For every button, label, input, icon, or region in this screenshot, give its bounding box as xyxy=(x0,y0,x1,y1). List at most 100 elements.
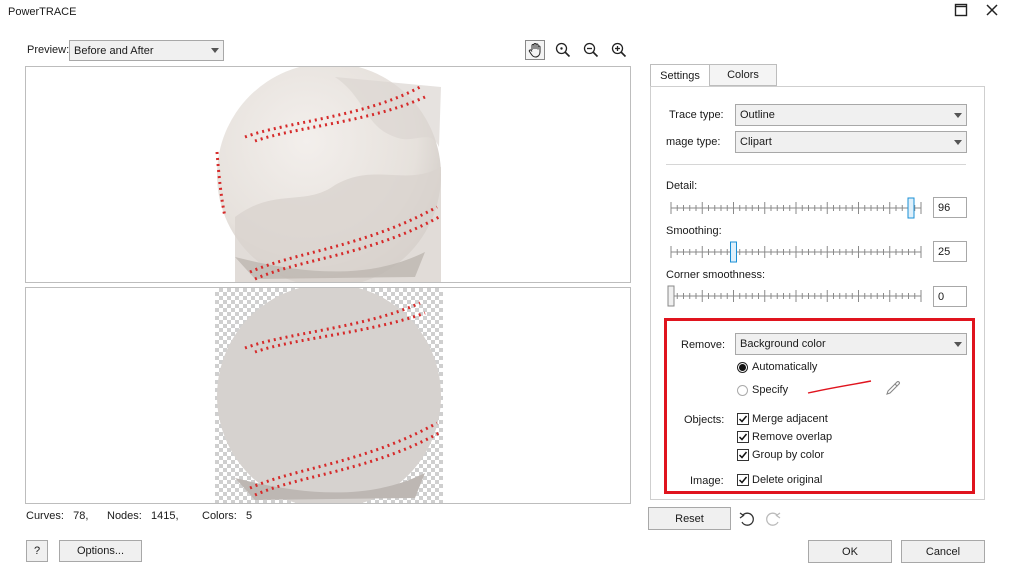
merge-adjacent-label: Merge adjacent xyxy=(752,413,828,425)
automatically-radio[interactable]: Automatically xyxy=(737,361,817,373)
corner-smoothness-slider[interactable] xyxy=(666,284,926,308)
options-button[interactable]: Options... xyxy=(59,540,142,562)
detail-value-input[interactable]: 96 xyxy=(933,197,967,218)
radio-unselected-icon xyxy=(737,384,748,396)
redo-icon xyxy=(766,512,781,526)
curves-value: 78, xyxy=(73,510,89,522)
options-label: Options... xyxy=(76,545,125,557)
detail-slider[interactable] xyxy=(666,196,926,220)
help-button[interactable]: ? xyxy=(26,540,48,562)
smoothing-value: 25 xyxy=(938,245,951,258)
smoothing-value-input[interactable]: 25 xyxy=(933,241,967,262)
curves-stat: Curves: 78, xyxy=(26,510,88,522)
nodes-label: Nodes: xyxy=(107,510,142,522)
slider-thumb xyxy=(667,285,675,307)
close-button[interactable] xyxy=(982,0,1002,20)
slider-thumb xyxy=(907,197,915,219)
check-icon xyxy=(737,431,749,443)
specify-radio[interactable]: Specify xyxy=(737,384,788,396)
chevron-down-icon xyxy=(950,105,966,125)
hand-icon xyxy=(528,43,541,58)
radio-selected-icon xyxy=(737,361,748,373)
remove-overlap-label: Remove overlap xyxy=(752,431,833,443)
colors-value: 5 xyxy=(246,510,253,522)
zoom-fit-icon xyxy=(555,42,571,58)
reset-button[interactable]: Reset xyxy=(648,507,731,530)
tab-settings[interactable]: Settings xyxy=(650,64,710,87)
undo-button[interactable] xyxy=(738,510,756,531)
zoom-fit-button[interactable] xyxy=(553,40,573,60)
group-by-color-checkbox[interactable]: Group by color xyxy=(737,449,824,461)
redo-button[interactable] xyxy=(764,510,782,531)
after-preview-pane[interactable] xyxy=(25,287,631,504)
smoothing-slider[interactable] xyxy=(666,240,926,264)
delete-original-checkbox[interactable]: Delete original xyxy=(737,474,822,486)
remove-overlap-checkbox[interactable]: Remove overlap xyxy=(737,431,832,443)
check-icon xyxy=(737,413,749,425)
cancel-label: Cancel xyxy=(925,545,961,558)
preview-select[interactable]: Before and After xyxy=(69,40,224,61)
zoom-out-button[interactable] xyxy=(581,40,601,60)
remove-label: Remove: xyxy=(681,339,726,351)
corner-value-input[interactable]: 0 xyxy=(933,286,967,307)
nodes-value: 1415, xyxy=(151,510,179,522)
settings-divider xyxy=(666,164,966,165)
detail-label: Detail: xyxy=(666,180,698,192)
trace-type-select[interactable]: Outline xyxy=(735,104,967,126)
colors-label: Colors: xyxy=(202,510,237,522)
colors-stat: Colors: 5 xyxy=(202,510,252,522)
remove-select[interactable]: Background color xyxy=(735,333,967,355)
group-by-color-label: Group by color xyxy=(752,449,825,461)
smoothing-label: Smoothing: xyxy=(666,225,722,237)
image-type-label: mage type: xyxy=(666,136,721,148)
baseball-traced-image xyxy=(217,288,441,503)
help-label: ? xyxy=(33,545,41,557)
image-type-value: Clipart xyxy=(740,136,772,148)
trace-type-value: Outline xyxy=(740,109,775,121)
tab-settings-label: Settings xyxy=(660,69,700,82)
objects-label: Objects: xyxy=(684,414,725,426)
check-icon xyxy=(737,474,749,486)
settings-panel-top-border xyxy=(650,86,985,87)
zoom-out-icon xyxy=(583,42,599,58)
maximize-icon xyxy=(954,3,968,17)
corner-smoothness-label: Corner smoothness: xyxy=(666,269,766,281)
before-image xyxy=(215,67,443,282)
eyedropper-icon xyxy=(886,381,900,395)
automatically-label: Automatically xyxy=(752,361,818,373)
tab-colors-label: Colors xyxy=(727,69,759,81)
chevron-down-icon xyxy=(207,41,223,60)
undo-icon xyxy=(739,512,754,526)
slider-thumb xyxy=(730,241,737,263)
chevron-down-icon xyxy=(950,132,966,152)
before-preview-pane[interactable] xyxy=(25,66,631,283)
image-type-select[interactable]: Clipart xyxy=(735,131,967,153)
trace-type-label: Trace type: xyxy=(669,109,724,121)
delete-original-label: Delete original xyxy=(752,474,823,486)
maximize-button[interactable] xyxy=(951,0,971,20)
merge-adjacent-checkbox[interactable]: Merge adjacent xyxy=(737,413,828,425)
baseball-original-image xyxy=(215,67,441,282)
reset-label: Reset xyxy=(675,512,704,525)
pan-tool-button[interactable] xyxy=(525,40,545,60)
preview-label: Preview: xyxy=(27,44,70,56)
tab-colors[interactable]: Colors xyxy=(709,64,777,86)
chevron-down-icon xyxy=(950,334,966,354)
specify-label: Specify xyxy=(752,384,789,396)
cancel-button[interactable]: Cancel xyxy=(901,540,985,563)
eyedropper-button[interactable] xyxy=(884,379,902,400)
window-title: PowerTRACE xyxy=(8,6,77,18)
curves-label: Curves: xyxy=(26,510,64,522)
zoom-in-button[interactable] xyxy=(609,40,629,60)
preview-select-value: Before and After xyxy=(74,44,154,57)
after-image xyxy=(215,288,443,503)
corner-value: 0 xyxy=(938,290,945,303)
close-icon xyxy=(986,4,998,16)
check-icon xyxy=(737,449,749,461)
specify-color-swatch xyxy=(807,380,872,394)
zoom-in-icon xyxy=(611,42,627,58)
nodes-stat: Nodes: 1415, xyxy=(107,510,179,522)
image-label: Image: xyxy=(690,475,724,487)
remove-value: Background color xyxy=(740,338,826,350)
ok-button[interactable]: OK xyxy=(808,540,892,563)
